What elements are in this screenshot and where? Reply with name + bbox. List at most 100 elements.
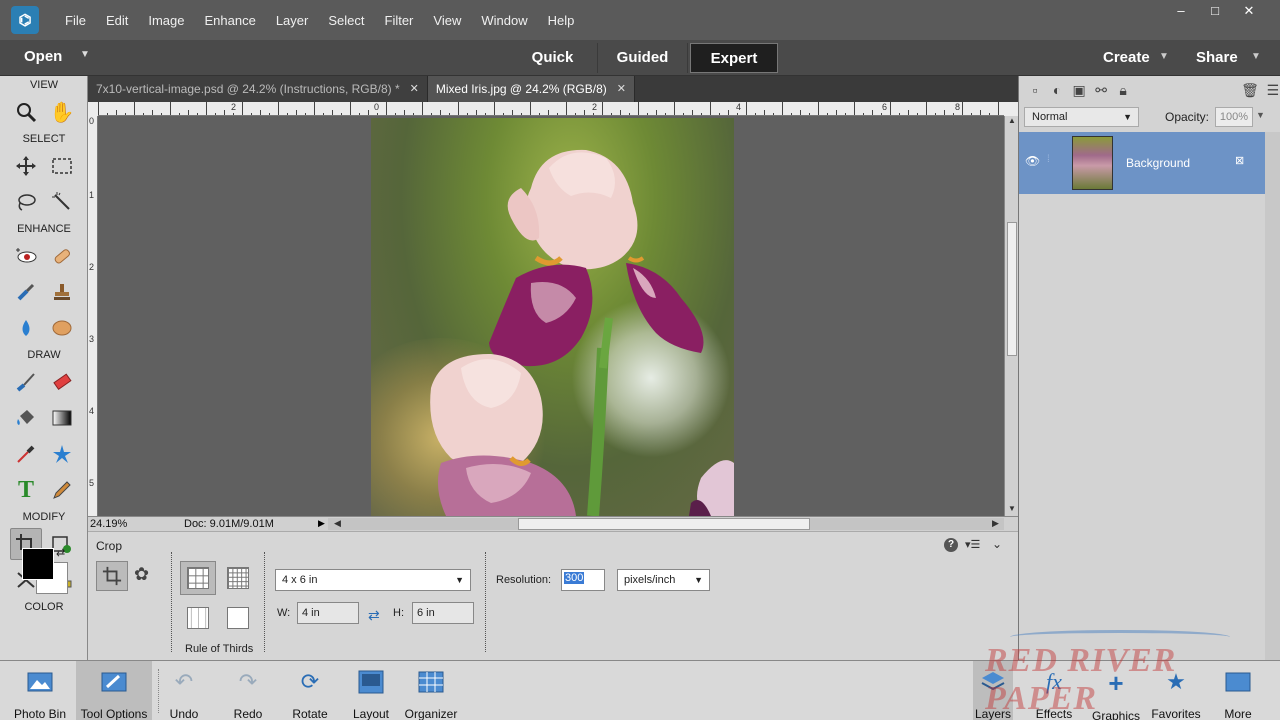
- adjustment-layer-icon[interactable]: ◐: [1049, 80, 1065, 100]
- chevron-down-icon[interactable]: ▼: [1256, 110, 1265, 120]
- rotate-button[interactable]: ⟳ Rotate: [288, 661, 332, 720]
- close-icon[interactable]: ✕: [1232, 2, 1266, 20]
- scroll-up-icon[interactable]: ▲: [1008, 116, 1016, 125]
- chevron-down-icon[interactable]: ▼: [1251, 51, 1261, 62]
- status-menu-icon[interactable]: ▶: [318, 518, 325, 529]
- tab-quick[interactable]: Quick: [508, 43, 598, 73]
- width-field[interactable]: 4 in: [297, 602, 359, 624]
- section-select: SELECT: [22, 133, 66, 145]
- cookie-cutter-icon[interactable]: ✿: [134, 564, 149, 585]
- document-canvas[interactable]: [98, 116, 1004, 516]
- no-overlay-button[interactable]: [220, 601, 256, 635]
- iris-photo[interactable]: [371, 118, 734, 516]
- eye-icon[interactable]: 👁︎: [1025, 154, 1040, 168]
- brush-tool-icon[interactable]: [10, 366, 42, 398]
- trash-icon[interactable]: 🗑︎: [1241, 80, 1259, 100]
- zoom-level[interactable]: 24.19%: [90, 518, 127, 530]
- crop-preset-select[interactable]: 4 x 6 in ▼: [275, 569, 471, 591]
- menu-edit[interactable]: Edit: [96, 13, 138, 28]
- smart-brush-icon[interactable]: [10, 276, 42, 308]
- new-layer-icon[interactable]: ▫: [1027, 80, 1043, 100]
- tab-guided[interactable]: Guided: [598, 43, 688, 73]
- undo-button[interactable]: ↶ Undo: [164, 661, 204, 720]
- scroll-left-icon[interactable]: ◀: [334, 518, 341, 529]
- menu-view[interactable]: View: [423, 13, 471, 28]
- pencil-tool-icon[interactable]: [46, 474, 78, 506]
- close-icon[interactable]: ✕: [617, 76, 626, 102]
- menu-enhance[interactable]: Enhance: [195, 13, 266, 28]
- scrollbar-thumb[interactable]: [518, 518, 810, 530]
- panel-menu-icon[interactable]: ☰: [1265, 80, 1280, 100]
- chevron-down-icon[interactable]: ▼: [1159, 51, 1169, 62]
- close-icon[interactable]: ✕: [410, 76, 419, 102]
- lock-icon[interactable]: 🔒︎: [1115, 80, 1131, 100]
- menu-window[interactable]: Window: [471, 13, 537, 28]
- open-button[interactable]: Open: [24, 48, 62, 65]
- scroll-right-icon[interactable]: ▶: [992, 518, 999, 529]
- golden-ratio-overlay-button[interactable]: [180, 601, 216, 635]
- clone-stamp-icon[interactable]: [46, 276, 78, 308]
- rule-of-thirds-overlay-button[interactable]: [180, 561, 216, 595]
- zoom-tool-icon[interactable]: [10, 96, 42, 128]
- opacity-field[interactable]: 100%: [1215, 107, 1253, 127]
- eyedropper-icon[interactable]: [10, 438, 42, 470]
- grid-overlay-button[interactable]: [220, 561, 256, 595]
- chevron-down-icon[interactable]: ⌄: [992, 537, 1002, 551]
- chevron-down-icon[interactable]: ▼: [80, 49, 90, 60]
- menu-layer[interactable]: Layer: [266, 13, 319, 28]
- tab-expert[interactable]: Expert: [690, 43, 778, 73]
- menu-file[interactable]: File: [55, 13, 96, 28]
- lasso-tool-icon[interactable]: [10, 186, 42, 218]
- layer-row-background[interactable]: 👁︎ ⁞ Background ⊠: [1019, 132, 1265, 194]
- panel-menu-icon[interactable]: ▾☰: [965, 538, 980, 551]
- move-tool-icon[interactable]: [10, 150, 42, 182]
- maximize-icon[interactable]: □: [1198, 2, 1232, 20]
- resolution-unit-select[interactable]: pixels/inch ▼: [617, 569, 710, 591]
- menu-image[interactable]: Image: [138, 13, 194, 28]
- layer-name[interactable]: Background: [1126, 156, 1190, 170]
- scrollbar-thumb[interactable]: [1007, 222, 1017, 356]
- blur-tool-icon[interactable]: [10, 312, 42, 344]
- magic-wand-icon[interactable]: [46, 186, 78, 218]
- organizer-button[interactable]: Organizer: [404, 661, 458, 720]
- share-button[interactable]: Share: [1196, 49, 1238, 66]
- create-button[interactable]: Create: [1103, 49, 1150, 66]
- link-layers-icon[interactable]: ⚯: [1093, 80, 1109, 100]
- tool-options-button[interactable]: Tool Options: [76, 661, 152, 720]
- eraser-tool-icon[interactable]: [46, 366, 78, 398]
- resolution-field[interactable]: 300: [561, 569, 605, 591]
- vertical-scrollbar[interactable]: ▲ ▼: [1004, 116, 1018, 516]
- doc-tab-2[interactable]: Mixed Iris.jpg @ 24.2% (RGB/8) ✕: [427, 76, 635, 102]
- blend-mode-select[interactable]: Normal ▼: [1024, 107, 1139, 127]
- menu-select[interactable]: Select: [318, 13, 374, 28]
- red-eye-icon[interactable]: [10, 240, 42, 272]
- scroll-down-icon[interactable]: ▼: [1008, 504, 1016, 513]
- paint-bucket-icon[interactable]: [10, 402, 42, 434]
- menu-help[interactable]: Help: [538, 13, 585, 28]
- link-icon[interactable]: ⁞: [1047, 154, 1050, 165]
- height-field[interactable]: 6 in: [412, 602, 474, 624]
- type-tool-icon[interactable]: T: [10, 474, 42, 506]
- marquee-tool-icon[interactable]: [46, 150, 78, 182]
- swap-colors-icon[interactable]: ⇄: [56, 546, 65, 559]
- gradient-tool-icon[interactable]: [46, 402, 78, 434]
- doc-tab-1[interactable]: 7x10-vertical-image.psd @ 24.2% (Instruc…: [88, 76, 428, 102]
- healing-brush-icon[interactable]: [46, 240, 78, 272]
- layer-mask-icon[interactable]: ▣: [1071, 80, 1087, 100]
- minimize-icon[interactable]: ‒: [1164, 2, 1198, 20]
- custom-shape-icon[interactable]: [46, 438, 78, 470]
- redo-button[interactable]: ↷ Redo: [228, 661, 268, 720]
- section-view: VIEW: [29, 79, 59, 91]
- menu-filter[interactable]: Filter: [375, 13, 424, 28]
- foreground-color-swatch[interactable]: [22, 548, 54, 580]
- swap-dimensions-icon[interactable]: ⇄: [368, 607, 380, 624]
- layout-button[interactable]: Layout: [350, 661, 392, 720]
- hand-tool-icon[interactable]: ✋: [46, 96, 78, 128]
- lock-icon[interactable]: ⊠: [1235, 154, 1244, 167]
- photo-bin-button[interactable]: Photo Bin: [8, 661, 72, 720]
- help-icon[interactable]: ?: [944, 538, 958, 552]
- sponge-tool-icon[interactable]: [46, 312, 78, 344]
- crop-tool-icon[interactable]: [96, 561, 128, 591]
- panel-scrollbar[interactable]: [1265, 132, 1280, 660]
- horizontal-scrollbar[interactable]: ◀ ▶: [328, 518, 1004, 530]
